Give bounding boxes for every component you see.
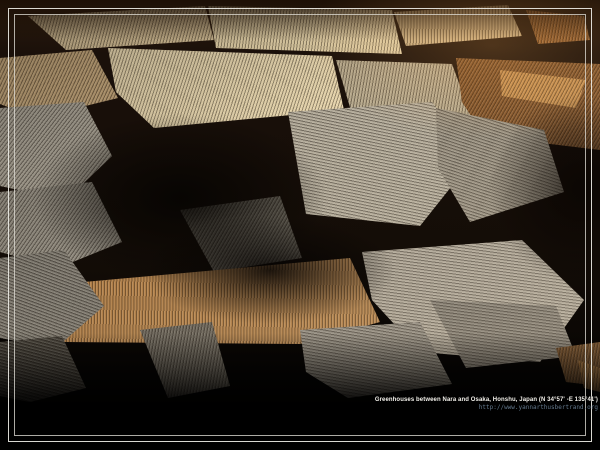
photo-caption: Greenhouses between Nara and Osaka, Hons… xyxy=(375,397,598,411)
photo-wallpaper: Greenhouses between Nara and Osaka, Hons… xyxy=(0,0,600,450)
aerial-photo-greenhouses xyxy=(0,0,600,450)
caption-text: Greenhouses between Nara and Osaka, Hons… xyxy=(375,397,598,404)
credit-url: http://www.yannarthusbertrand.org xyxy=(375,404,598,411)
